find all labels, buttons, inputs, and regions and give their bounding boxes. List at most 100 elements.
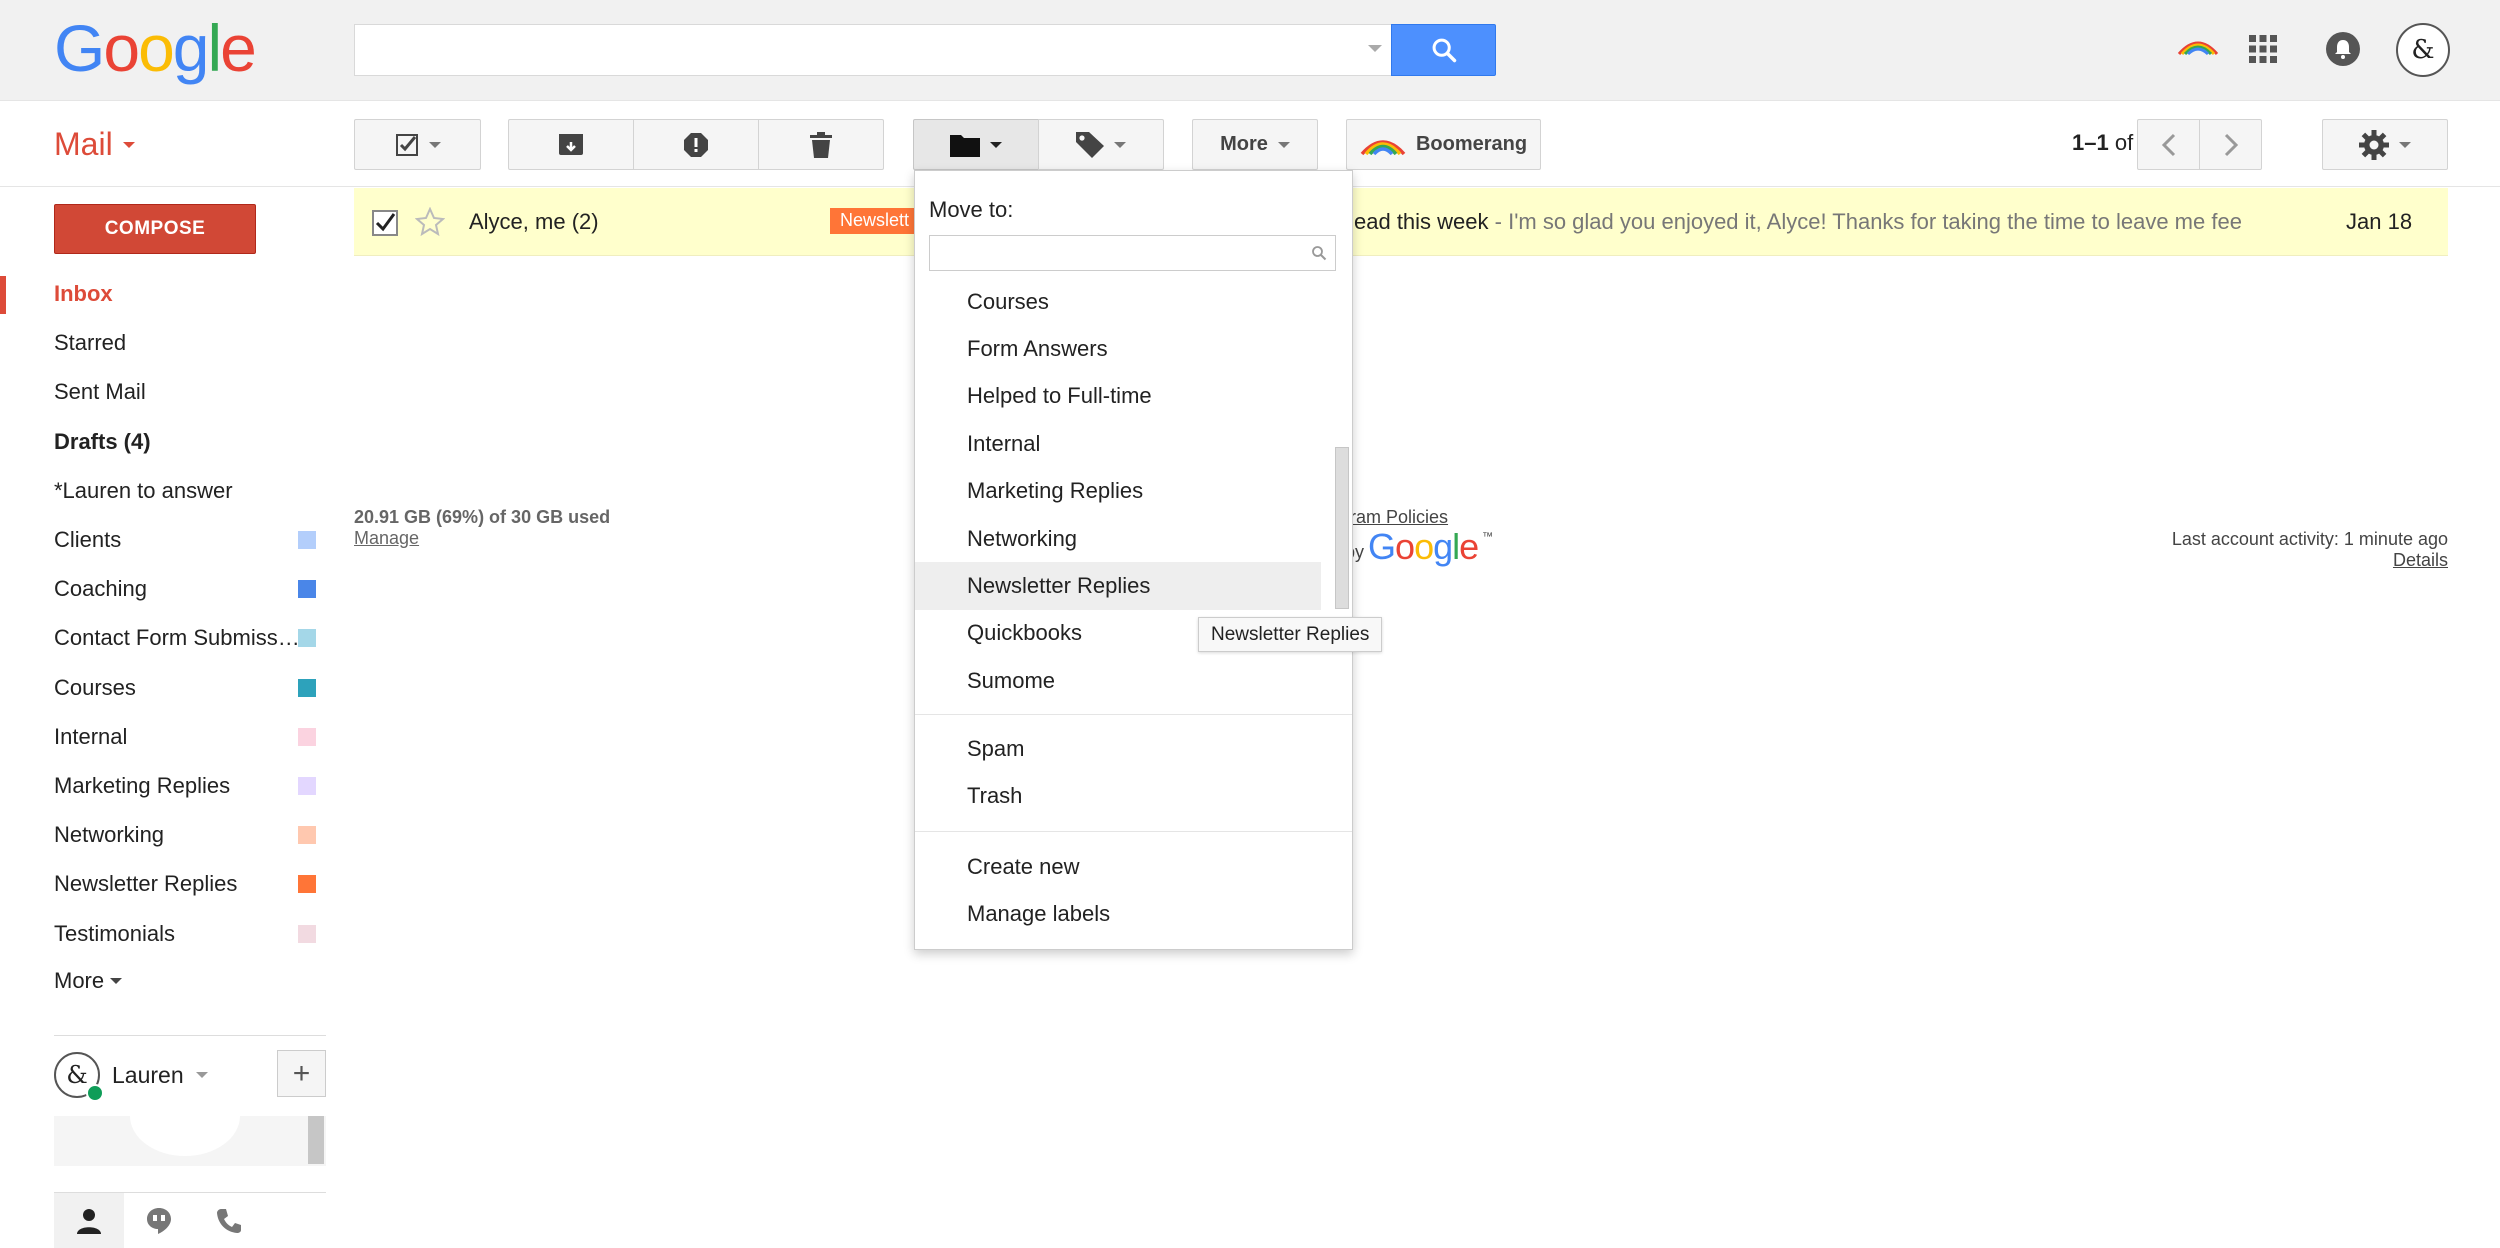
chevron-down-icon — [1277, 141, 1290, 148]
hangouts-scrollbar[interactable] — [308, 1116, 324, 1164]
more-actions-button[interactable]: More — [1192, 119, 1318, 170]
logo-letter: g — [172, 11, 210, 85]
label-color-swatch[interactable] — [298, 580, 316, 599]
delete-button[interactable] — [758, 119, 884, 170]
move-to-folder-item[interactable]: Internal — [915, 420, 1321, 467]
label-color-swatch[interactable] — [298, 678, 316, 697]
chevron-down-icon — [428, 141, 441, 148]
storage-usage: 20.91 GB (69%) of 30 GB used — [354, 507, 611, 527]
move-to-scrollbar[interactable] — [1335, 447, 1349, 609]
sidebar-item-lauren-to-answer[interactable]: *Lauren to answer — [0, 469, 330, 513]
sidebar-item-clients[interactable]: Clients — [0, 518, 330, 562]
boomerang-icon[interactable] — [2176, 32, 2220, 62]
settings-button[interactable] — [2322, 119, 2448, 170]
new-hangout-button[interactable]: + — [277, 1050, 326, 1097]
phone-calls-tab[interactable] — [194, 1193, 264, 1248]
sidebar-item-testimonials[interactable]: Testimonials — [0, 912, 330, 956]
avatar: & — [54, 1052, 104, 1102]
label-color-swatch[interactable] — [298, 875, 316, 894]
sidebar-item-contact-form-submissions[interactable]: Contact Form Submissions — [0, 616, 330, 660]
sidebar-item-marketing-replies[interactable]: Marketing Replies — [0, 764, 330, 808]
hangouts-user-name: Lauren — [112, 1061, 184, 1088]
sidebar-more-label: More — [54, 968, 105, 993]
sidebar-item-inbox[interactable]: Inbox — [0, 272, 330, 316]
label-color-swatch[interactable] — [298, 826, 316, 845]
message-label-badge[interactable]: Newslett — [830, 208, 920, 234]
move-to-folder-item[interactable]: Sumome — [915, 657, 1321, 704]
older-button[interactable] — [2199, 119, 2262, 170]
labels-button[interactable] — [1038, 119, 1164, 170]
hangouts-conversations-tab[interactable] — [124, 1193, 194, 1248]
sidebar-item-internal[interactable]: Internal — [0, 715, 330, 759]
archive-button[interactable] — [508, 119, 634, 170]
move-to-search-input[interactable] — [929, 235, 1336, 271]
table-row[interactable]: Alyce, me (2) Newslett ead this week - I… — [354, 188, 2448, 256]
create-new-label[interactable]: Create new — [967, 854, 1080, 880]
mail-switcher[interactable]: Mail — [54, 126, 135, 163]
message-checkbox[interactable] — [372, 210, 398, 236]
menu-divider — [915, 831, 1352, 832]
search-input[interactable] — [354, 24, 1392, 76]
move-to-title: Move to: — [929, 197, 1014, 222]
sidebar-item-label: Contact Form Submissions — [54, 625, 300, 651]
manage-storage-link[interactable]: Manage — [354, 528, 419, 548]
speech-bubble-illustration — [130, 1116, 240, 1156]
logo-letter: o — [103, 11, 140, 85]
move-to-folder-item[interactable]: Helped to Full-time — [915, 373, 1321, 420]
notifications-icon[interactable] — [2326, 32, 2360, 66]
sidebar-item-courses[interactable]: Courses — [0, 666, 330, 710]
move-to-folder-item[interactable]: Marketing Replies — [915, 468, 1321, 515]
label-color-swatch[interactable] — [298, 531, 316, 549]
trash-icon — [810, 131, 832, 158]
manage-labels[interactable]: Manage labels — [967, 901, 1110, 927]
pagination-range: 1–1 — [2072, 130, 2109, 155]
move-to-button[interactable] — [913, 119, 1039, 170]
logo-letter: o — [1414, 526, 1434, 567]
sidebar-item-starred[interactable]: Starred — [0, 321, 330, 365]
sidebar-item-coaching[interactable]: Coaching — [0, 567, 330, 611]
boomerang-icon — [1360, 139, 1406, 155]
gear-icon — [2359, 129, 2389, 160]
label-color-swatch[interactable] — [298, 629, 316, 648]
search-button[interactable] — [1391, 24, 1496, 76]
search-options-chevron-icon[interactable] — [1368, 45, 1382, 52]
sidebar-item-label: Drafts (4) — [54, 428, 151, 454]
sidebar-item-networking[interactable]: Networking — [0, 813, 330, 857]
select-checkbox-button[interactable] — [354, 119, 481, 170]
move-to-folder-item[interactable]: Form Answers — [915, 325, 1321, 372]
boomerang-button[interactable]: Boomerang — [1346, 119, 1541, 170]
newer-button[interactable] — [2137, 119, 2200, 170]
label-color-swatch[interactable] — [298, 727, 316, 746]
report-spam-button[interactable] — [633, 119, 759, 170]
move-to-folder-item[interactable]: Networking — [915, 515, 1321, 562]
move-to-trash[interactable]: Trash — [967, 783, 1022, 809]
chevron-down-icon — [2399, 141, 2411, 148]
sidebar-item-label: Newsletter Replies — [54, 871, 238, 897]
contacts-tab[interactable] — [54, 1193, 124, 1248]
label-color-swatch[interactable] — [298, 924, 316, 943]
google-logo[interactable]: Google — [54, 10, 257, 86]
logo-letter: G — [54, 11, 105, 85]
chevron-right-icon — [2224, 133, 2238, 156]
sidebar-more[interactable]: More — [0, 959, 330, 1003]
compose-button[interactable]: COMPOSE — [54, 204, 256, 254]
sidebar-item-sent-mail[interactable]: Sent Mail — [0, 370, 330, 414]
hangouts-user[interactable]: & Lauren — [54, 1052, 208, 1102]
move-to-spam[interactable]: Spam — [967, 736, 1024, 762]
message-snippet: - I'm so glad you enjoyed it, Alyce! Tha… — [1488, 209, 2242, 234]
move-to-folder-item[interactable]: Newsletter Replies — [915, 562, 1321, 610]
tooltip: Newsletter Replies — [1198, 617, 1383, 652]
logo-letter: g — [1433, 526, 1453, 567]
move-to-folder-item[interactable]: Courses — [915, 278, 1321, 325]
sidebar-item-newsletter-replies[interactable]: Newsletter Replies — [0, 862, 330, 906]
label-color-swatch[interactable] — [298, 777, 316, 795]
chevron-down-icon — [122, 141, 135, 148]
sidebar-item-drafts-4[interactable]: Drafts (4) — [0, 420, 330, 464]
account-avatar-icon[interactable]: & — [2396, 23, 2450, 77]
sidebar-item-label: Starred — [54, 330, 127, 356]
star-icon[interactable] — [415, 207, 445, 237]
logo-letter: o — [1395, 526, 1415, 567]
activity-details-link[interactable]: Details — [2393, 550, 2448, 570]
apps-grid-icon[interactable] — [2248, 34, 2278, 64]
sidebar-item-label: Marketing Replies — [54, 773, 231, 798]
